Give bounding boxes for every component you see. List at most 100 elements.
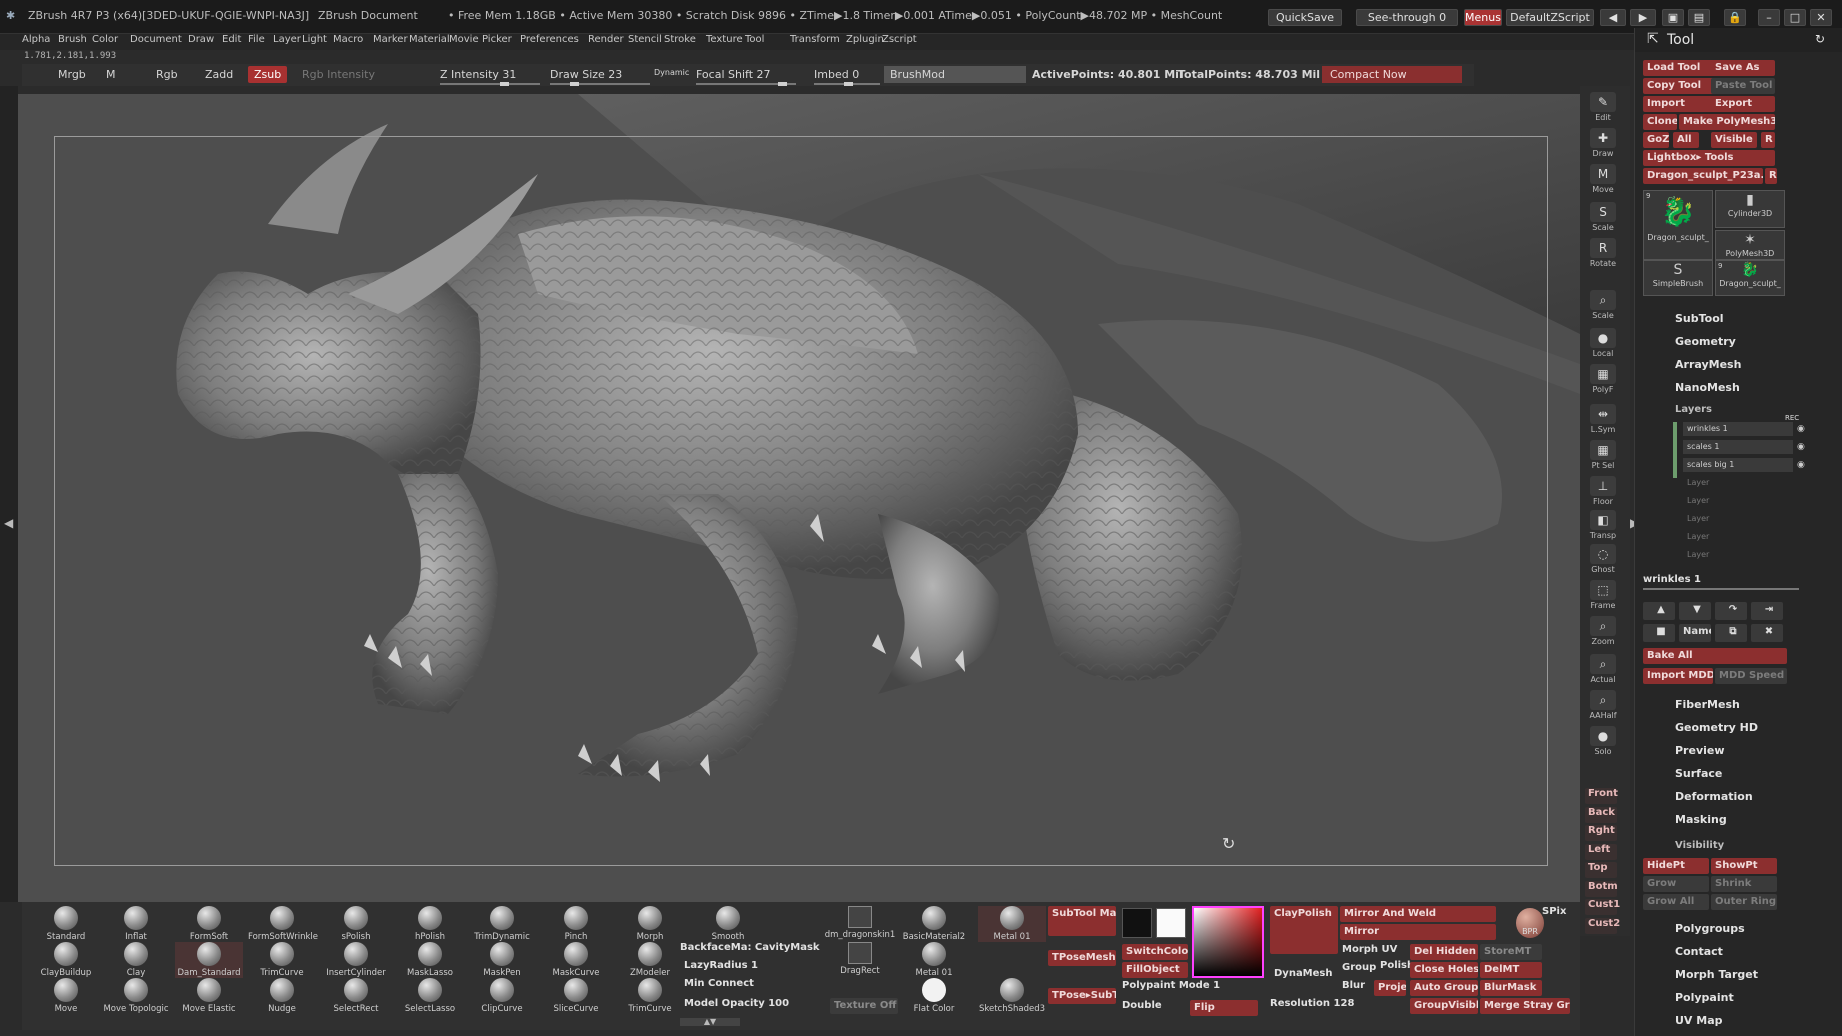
- vis-outer-ring-button[interactable]: Outer Ring: [1711, 894, 1777, 910]
- brush-standard[interactable]: Standard: [32, 906, 100, 942]
- shelf-move[interactable]: M Move: [1585, 164, 1621, 194]
- section-geometry-hd[interactable]: Geometry HD: [1675, 721, 1758, 734]
- section-uv-map[interactable]: UV Map: [1675, 1014, 1723, 1027]
- brushmod-slider[interactable]: BrushMod: [884, 66, 1026, 83]
- view-cust1-button[interactable]: Cust1: [1585, 899, 1620, 915]
- section-deformation[interactable]: Deformation: [1675, 790, 1753, 803]
- morph-uv-button[interactable]: Morph UV: [1342, 944, 1397, 955]
- shelf-actual[interactable]: ⌕ Actual: [1585, 654, 1621, 684]
- section-preview[interactable]: Preview: [1675, 744, 1725, 757]
- groupvisible-button[interactable]: GroupVisible: [1410, 998, 1478, 1014]
- tool-thumb-dragon-sculpt-[interactable]: 🐉 Dragon_sculpt_ 9: [1715, 260, 1785, 296]
- texture-off-button[interactable]: Texture Off: [830, 998, 898, 1014]
- tool-btn-r[interactable]: R: [1765, 168, 1777, 184]
- active-layer-slider[interactable]: wrinkles 1: [1643, 574, 1701, 585]
- mirror-and-weld-button[interactable]: Mirror And Weld: [1340, 906, 1496, 922]
- tpose-subt-button[interactable]: TPose▸SubT: [1048, 988, 1116, 1004]
- menu-edit[interactable]: Edit: [222, 34, 241, 45]
- brush-selectlasso[interactable]: SelectLasso: [396, 978, 464, 1014]
- imbed-slider[interactable]: Imbed 0: [814, 66, 859, 83]
- menu-draw[interactable]: Draw: [188, 34, 214, 45]
- menu-color[interactable]: Color: [92, 34, 118, 45]
- brush-masklasso[interactable]: MaskLasso: [396, 942, 464, 978]
- section-masking[interactable]: Masking: [1675, 813, 1727, 826]
- minimize-icon[interactable]: –: [1758, 9, 1780, 26]
- compact-now-button[interactable]: Compact Now: [1322, 66, 1462, 83]
- menu-light[interactable]: Light: [302, 34, 327, 45]
- layer-eye-icon[interactable]: ◉: [1797, 424, 1805, 434]
- shelf-aahalf[interactable]: ⌕ AAHalf: [1585, 690, 1621, 720]
- shelf-local[interactable]: ● Local: [1585, 328, 1621, 358]
- mdd-speed-slider[interactable]: MDD Speed: [1715, 668, 1787, 684]
- menu-zplugin[interactable]: Zplugin: [846, 34, 884, 45]
- layer-row[interactable]: Layer: [1683, 548, 1793, 562]
- shelf-edit[interactable]: ✎ Edit: [1585, 92, 1621, 122]
- tool-btn-export[interactable]: Export: [1711, 96, 1775, 112]
- brush-clay[interactable]: Clay: [102, 942, 170, 978]
- section-polygroups[interactable]: Polygroups: [1675, 922, 1745, 935]
- tool-btn-load-tool[interactable]: Load Tool: [1643, 60, 1715, 76]
- menu-render[interactable]: Render: [588, 34, 624, 45]
- layer-redo-icon[interactable]: ↷: [1715, 602, 1747, 620]
- shelf-scale[interactable]: ⌕ Scale: [1585, 290, 1621, 320]
- pin-icon[interactable]: ⇱: [1647, 31, 1659, 47]
- brush-maskpen[interactable]: MaskPen: [468, 942, 536, 978]
- layout-right-icon[interactable]: ▶: [1630, 9, 1656, 26]
- merge-stray-button[interactable]: Merge Stray Gro: [1480, 998, 1570, 1014]
- layer-eye-icon[interactable]: ◉: [1797, 460, 1805, 470]
- menu-brush[interactable]: Brush: [58, 34, 87, 45]
- menu-zscript[interactable]: Zscript: [882, 34, 917, 45]
- material-sketchshaded3[interactable]: SketchShaded3: [978, 978, 1046, 1014]
- brush-maskcurve[interactable]: MaskCurve: [542, 942, 610, 978]
- shelf-zoom[interactable]: ⌕ Zoom: [1585, 616, 1621, 646]
- tool-btn-save-as[interactable]: Save As: [1711, 60, 1775, 76]
- stroke-dragrect[interactable]: DragRect: [826, 942, 894, 976]
- shelf-l-sym[interactable]: ⇹ L.Sym: [1585, 404, 1621, 434]
- vis-showpt-button[interactable]: ShowPt: [1711, 858, 1777, 874]
- switchcolor-button[interactable]: SwitchColor: [1122, 944, 1188, 960]
- rgb-button[interactable]: Rgb: [156, 66, 178, 83]
- layer-down-icon[interactable]: ▼: [1679, 602, 1711, 620]
- brush-trimcurve[interactable]: TrimCurve: [248, 942, 316, 978]
- brush-formsoftwrinkle[interactable]: FormSoftWrinkle: [248, 906, 318, 942]
- layer-row[interactable]: wrinkles 1: [1683, 422, 1793, 436]
- shelf-rotate[interactable]: R Rotate: [1585, 238, 1621, 268]
- bottom-collapse-icon[interactable]: ▲▼: [680, 1018, 740, 1026]
- tool-btn-visible[interactable]: Visible: [1711, 132, 1757, 148]
- tool-btn-r[interactable]: R: [1761, 132, 1775, 148]
- brush-dam-standard[interactable]: Dam_Standard: [175, 942, 243, 978]
- brush-formsoft[interactable]: FormSoft: [175, 906, 243, 942]
- menu-picker[interactable]: Picker: [482, 34, 512, 45]
- shelf-floor[interactable]: ⊥ Floor: [1585, 476, 1621, 506]
- tool-thumb-polymesh3d[interactable]: ✶ PolyMesh3D: [1715, 230, 1785, 260]
- layer-row[interactable]: Layer: [1683, 494, 1793, 508]
- section-fibermesh[interactable]: FiberMesh: [1675, 698, 1740, 711]
- default-zscript-button[interactable]: DefaultZScript: [1506, 9, 1594, 26]
- close-icon[interactable]: ✕: [1810, 9, 1832, 26]
- brush-trimdynamic[interactable]: TrimDynamic: [468, 906, 536, 942]
- tool-btn-make-polymesh3d[interactable]: Make PolyMesh3D: [1679, 114, 1775, 130]
- layer-row[interactable]: Layer: [1683, 530, 1793, 544]
- tool-btn-clone[interactable]: Clone: [1643, 114, 1677, 130]
- fillobject-button[interactable]: FillObject: [1122, 962, 1188, 978]
- menu-file[interactable]: File: [248, 34, 265, 45]
- menu-preferences[interactable]: Preferences: [520, 34, 579, 45]
- layout-left-icon[interactable]: ◀: [1600, 9, 1626, 26]
- view-cust2-button[interactable]: Cust2: [1585, 917, 1620, 934]
- dynamesh-button[interactable]: DynaMesh: [1274, 968, 1333, 979]
- delete-layer-icon[interactable]: ✖: [1751, 624, 1783, 642]
- zadd-button[interactable]: Zadd: [205, 66, 233, 83]
- brush-clipcurve[interactable]: ClipCurve: [468, 978, 536, 1014]
- blur-slider[interactable]: Blur: [1342, 980, 1365, 991]
- polypaint-mode-slider[interactable]: Polypaint Mode 1: [1122, 980, 1220, 991]
- material-metal-01[interactable]: Metal 01: [900, 942, 968, 978]
- material-metal-01[interactable]: Metal 01: [978, 906, 1046, 942]
- menu-transform[interactable]: Transform: [790, 34, 840, 45]
- delmt-button[interactable]: DelMT: [1480, 962, 1542, 978]
- import-mdd-button[interactable]: Import MDD: [1643, 668, 1713, 684]
- tool-thumb-simplebrush[interactable]: S SimpleBrush: [1643, 260, 1713, 296]
- brush-selectrect[interactable]: SelectRect: [322, 978, 390, 1014]
- secondary-color-swatch[interactable]: [1156, 908, 1186, 938]
- vis-grow-all-button[interactable]: Grow All: [1643, 894, 1709, 910]
- bpr-render-button[interactable]: BPR: [1516, 908, 1544, 938]
